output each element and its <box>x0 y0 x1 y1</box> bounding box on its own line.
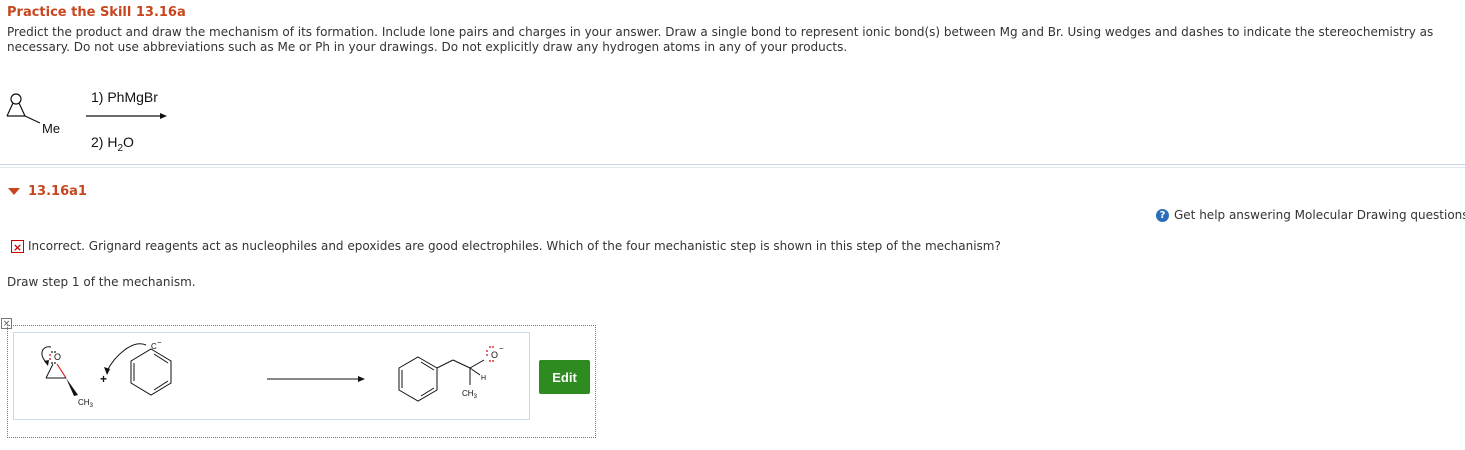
feedback-text: Incorrect. Grignard reagents act as nucl… <box>28 239 1001 253</box>
help-link[interactable]: ? Get help answering Molecular Drawing q… <box>1156 208 1465 222</box>
step-instruction: Draw step 1 of the mechanism. <box>7 275 196 289</box>
product-ch3-label: CH3 <box>462 389 478 400</box>
phenyl-carbanion: C − <box>104 338 172 396</box>
mechanism-drawing: O CH3 + C − O − H CH3 <box>41 338 504 409</box>
wedge-bond <box>66 378 78 396</box>
incorrect-x-icon: × <box>11 239 24 254</box>
section-divider-shadow <box>0 167 1465 168</box>
plus-sign: + <box>100 372 107 386</box>
product-h-label: H <box>481 375 486 382</box>
feedback-message: × Incorrect. Grignard reagents act as nu… <box>11 239 1001 254</box>
part-toggle[interactable]: 13.16a1 <box>8 184 87 199</box>
product-structure: O − H CH3 <box>398 344 504 402</box>
page-title: Practice the Skill 13.16a <box>7 5 186 20</box>
section-divider <box>0 164 1465 165</box>
question-mark-icon: ? <box>1156 208 1169 222</box>
part-label: 13.16a1 <box>28 184 87 199</box>
ch3-left-label: CH3 <box>78 398 94 409</box>
help-link-label: Get help answering Molecular Drawing que… <box>1174 208 1465 222</box>
molecule-drawing-canvas[interactable]: O CH3 + C − O − H CH3 <box>13 332 530 420</box>
epoxide-oxygen-atom <box>10 93 22 105</box>
product-charge: − <box>499 344 504 353</box>
curved-arrow-2 <box>106 343 147 372</box>
edit-button[interactable]: Edit <box>539 360 590 394</box>
reagent-step-2: 2) H2O <box>91 134 134 154</box>
epoxide-structure: O CH3 <box>41 346 94 409</box>
product-o-label: O <box>491 350 498 360</box>
reagent-step-1: 1) PhMgBr <box>91 89 158 105</box>
question-instructions: Predict the product and draw the mechani… <box>7 25 1434 54</box>
collapse-triangle-icon <box>8 188 20 195</box>
carbanion-charge: − <box>157 338 162 347</box>
methyl-label: Me <box>42 121 61 136</box>
epoxide-o-label: O <box>54 352 61 362</box>
